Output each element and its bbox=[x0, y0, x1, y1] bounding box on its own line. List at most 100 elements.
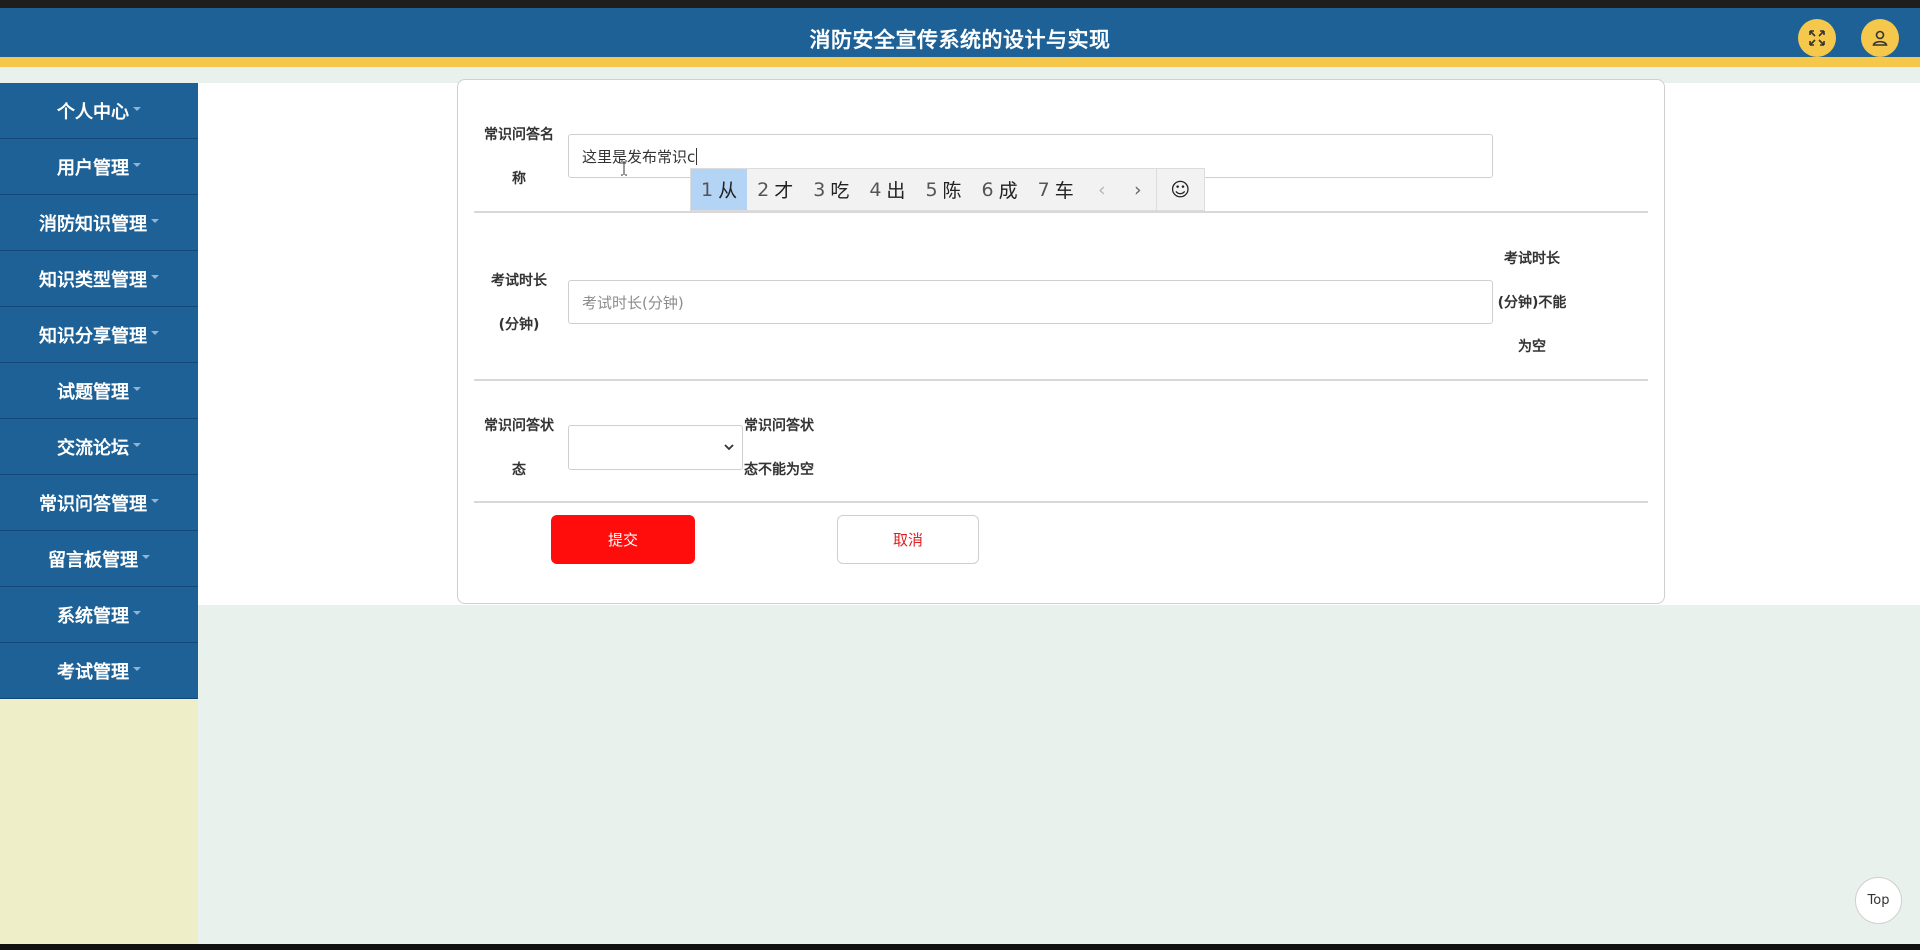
error-line: 态不能为空 bbox=[744, 462, 814, 478]
ime-candidate[interactable]: 4出 bbox=[859, 169, 915, 210]
duration-input-placeholder: 考试时长(分钟) bbox=[582, 293, 684, 312]
sidebar-item-forum[interactable]: 交流论坛 bbox=[0, 419, 198, 475]
window-top-edge bbox=[0, 0, 1920, 8]
sidebar-item-label: 系统管理 bbox=[57, 605, 129, 627]
ime-candidate-number: 6 bbox=[981, 178, 994, 201]
ime-emoji-button[interactable]: ☺ bbox=[1155, 169, 1204, 210]
sidebar-item-exams[interactable]: 考试管理 bbox=[0, 643, 198, 699]
ime-candidate-char: 才 bbox=[774, 180, 794, 202]
error-line: 考试时长 bbox=[1504, 251, 1560, 267]
chevron-down-icon bbox=[151, 218, 159, 223]
chevron-right-icon: › bbox=[1133, 178, 1142, 201]
sidebar-item-fire-knowledge[interactable]: 消防知识管理 bbox=[0, 195, 198, 251]
chevron-down-icon bbox=[133, 386, 141, 391]
expand-icon bbox=[1809, 30, 1825, 46]
sidebar-item-label: 个人中心 bbox=[57, 101, 129, 123]
sidebar-item-label: 考试管理 bbox=[57, 661, 129, 683]
name-field-label: 常识问答名 称 bbox=[474, 113, 564, 201]
text-caret bbox=[696, 147, 698, 165]
status-field-label: 常识问答状 态 bbox=[474, 404, 564, 492]
chevron-down-icon bbox=[724, 444, 734, 451]
ime-candidate-char: 陈 bbox=[942, 180, 962, 202]
sidebar-item-knowledge-sharing[interactable]: 知识分享管理 bbox=[0, 307, 198, 363]
duration-error: 考试时长 (分钟)不能 为空 bbox=[1488, 237, 1576, 369]
error-line: 为空 bbox=[1518, 339, 1546, 355]
cancel-button[interactable]: 取消 bbox=[837, 515, 979, 564]
chevron-down-icon bbox=[142, 554, 150, 559]
sidebar-item-knowledge-types[interactable]: 知识类型管理 bbox=[0, 251, 198, 307]
ime-candidate-char: 从 bbox=[718, 180, 738, 202]
submit-button[interactable]: 提交 bbox=[551, 515, 695, 564]
chevron-left-icon: ‹ bbox=[1097, 178, 1106, 201]
ime-candidate[interactable]: 7车 bbox=[1028, 169, 1084, 210]
label-line: 常识问答名 bbox=[484, 127, 554, 143]
app-header: 消防安全宣传系统的设计与实现 bbox=[0, 8, 1920, 67]
label-line: 考试时长 bbox=[491, 273, 547, 289]
label-line: (分钟) bbox=[498, 317, 540, 333]
back-to-top-button[interactable]: Top bbox=[1855, 877, 1902, 924]
sidebar-item-label: 知识分享管理 bbox=[39, 325, 147, 347]
sidebar-item-label: 知识类型管理 bbox=[39, 269, 147, 291]
duration-field-label: 考试时长 (分钟) bbox=[474, 259, 564, 347]
sidebar-item-label: 留言板管理 bbox=[48, 549, 138, 571]
ime-candidate-number: 1 bbox=[701, 178, 714, 201]
ime-candidate-number: 7 bbox=[1037, 178, 1050, 201]
ime-candidate-char: 成 bbox=[998, 180, 1018, 202]
sidebar-item-label: 常识问答管理 bbox=[39, 493, 147, 515]
fullscreen-button[interactable] bbox=[1798, 19, 1836, 57]
ime-candidate-number: 5 bbox=[925, 178, 938, 201]
sidebar-item-label: 消防知识管理 bbox=[39, 213, 147, 235]
name-input-value: 这里是发布常识c bbox=[582, 147, 696, 166]
ime-candidate-char: 车 bbox=[1054, 180, 1074, 202]
chevron-down-icon bbox=[133, 106, 141, 111]
divider bbox=[474, 501, 1648, 503]
chevron-down-icon bbox=[133, 666, 141, 671]
divider bbox=[474, 211, 1648, 213]
status-error: 常识问答状 态不能为空 bbox=[744, 404, 824, 492]
app-viewport: 消防安全宣传系统的设计与实现 个人中心 用户管理 消防知识管理 知识类型管理 知… bbox=[0, 0, 1920, 950]
ime-candidate-number: 4 bbox=[869, 178, 882, 201]
label-line: 态 bbox=[512, 462, 526, 478]
duration-input[interactable]: 考试时长(分钟) bbox=[568, 280, 1493, 324]
sidebar-item-questions[interactable]: 试题管理 bbox=[0, 363, 198, 419]
user-menu-button[interactable] bbox=[1861, 19, 1899, 57]
ime-prev-page-button[interactable]: ‹ bbox=[1084, 169, 1120, 210]
page-title: 消防安全宣传系统的设计与实现 bbox=[809, 28, 1111, 52]
error-line: 常识问答状 bbox=[744, 418, 814, 434]
ime-candidate[interactable]: 6成 bbox=[972, 169, 1028, 210]
ime-candidate-number: 2 bbox=[757, 178, 770, 201]
window-bottom-edge bbox=[0, 944, 1920, 950]
chevron-down-icon bbox=[133, 610, 141, 615]
ime-candidate[interactable]: 3吃 bbox=[803, 169, 859, 210]
ibeam-cursor-icon bbox=[621, 160, 627, 176]
chevron-down-icon bbox=[133, 162, 141, 167]
ime-candidate[interactable]: 5陈 bbox=[915, 169, 971, 210]
sidebar-item-label: 交流论坛 bbox=[57, 437, 129, 459]
chevron-down-icon bbox=[151, 274, 159, 279]
sidebar-item-system[interactable]: 系统管理 bbox=[0, 587, 198, 643]
sidebar-item-label: 用户管理 bbox=[57, 157, 129, 179]
ime-candidate[interactable]: 2才 bbox=[747, 169, 803, 210]
sidebar-item-label: 试题管理 bbox=[57, 381, 129, 403]
sidebar-item-message-board[interactable]: 留言板管理 bbox=[0, 531, 198, 587]
status-select[interactable] bbox=[568, 425, 743, 470]
sidebar-item-qa[interactable]: 常识问答管理 bbox=[0, 475, 198, 531]
error-line: (分钟)不能 bbox=[1497, 295, 1567, 311]
sidebar-item-personal-center[interactable]: 个人中心 bbox=[0, 83, 198, 139]
divider bbox=[474, 379, 1648, 381]
chevron-down-icon bbox=[133, 442, 141, 447]
user-icon bbox=[1872, 30, 1888, 46]
ime-candidate-bar: 1从 2才 3吃 4出 5陈 6成 7车 ‹ › ☺ bbox=[690, 168, 1205, 211]
label-line: 常识问答状 bbox=[484, 418, 554, 434]
ime-next-page-button[interactable]: › bbox=[1120, 169, 1156, 210]
chevron-down-icon bbox=[151, 498, 159, 503]
ime-candidate[interactable]: 1从 bbox=[691, 169, 748, 210]
ime-candidate-char: 吃 bbox=[830, 180, 850, 202]
sidebar-item-users[interactable]: 用户管理 bbox=[0, 139, 198, 195]
sidebar: 个人中心 用户管理 消防知识管理 知识类型管理 知识分享管理 试题管理 交流论坛… bbox=[0, 83, 198, 950]
ime-candidate-number: 3 bbox=[813, 178, 826, 201]
smiley-icon: ☺ bbox=[1170, 178, 1191, 201]
chevron-down-icon bbox=[151, 330, 159, 335]
label-line: 称 bbox=[512, 171, 526, 187]
ime-candidate-char: 出 bbox=[886, 180, 906, 202]
